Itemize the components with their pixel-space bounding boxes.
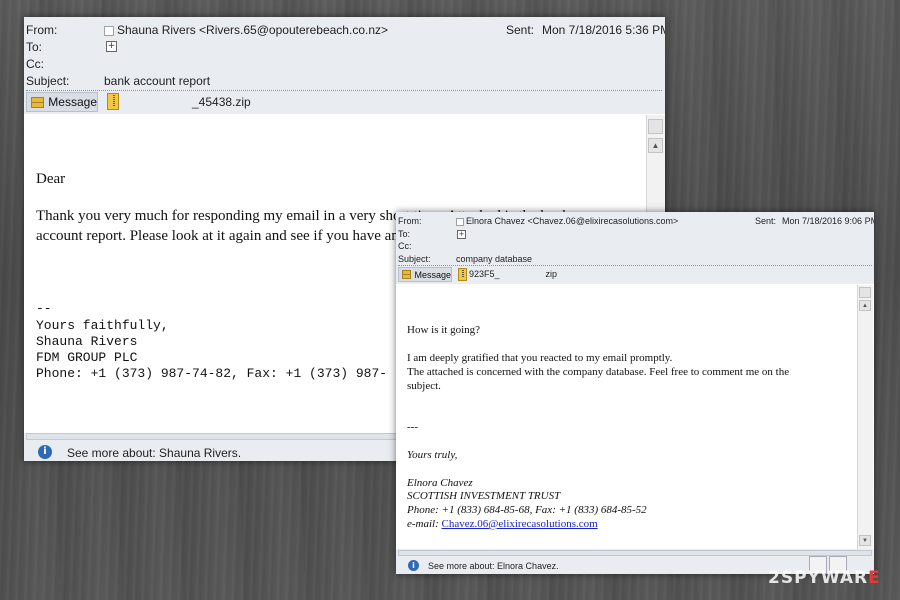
message-tab[interactable]: Message: [398, 267, 452, 282]
subject-label: Subject:: [398, 254, 431, 264]
vertical-scrollbar-2[interactable]: ▲ ▼: [857, 285, 873, 549]
sent-label: Sent:: [755, 216, 777, 226]
header-divider: [26, 90, 662, 91]
sent-label: Sent:: [506, 23, 535, 37]
sender-email-link[interactable]: Chavez.06@elixirecasolutions.com: [442, 518, 598, 530]
sent-date: Mon 7/18/2016 5:36 PM: [542, 23, 665, 37]
body-line-1: I am deeply gratified that you reacted t…: [407, 352, 673, 364]
scroll-up-icon[interactable]: ▲: [648, 138, 663, 153]
header-divider: [398, 265, 872, 266]
add-recipient-icon[interactable]: +: [457, 230, 466, 239]
contact-checkbox-icon: [104, 25, 114, 36]
cc-label: Cc:: [26, 57, 44, 71]
signature-email-line: e-mail: Chavez.06@elixirecasolutions.com: [407, 518, 598, 530]
cc-label: Cc:: [398, 241, 412, 251]
info-icon: i: [408, 560, 419, 571]
signature-phone: Phone: +1 (373) 987-74-82, Fax: +1 (373)…: [36, 366, 388, 381]
signature-name: Shauna Rivers: [36, 334, 138, 349]
zip-file-icon[interactable]: [107, 93, 119, 110]
to-label: To:: [398, 229, 411, 239]
signature-close: Yours faithfully,: [36, 318, 169, 333]
reading-pane-icon[interactable]: [648, 119, 663, 134]
watermark-logo: 2SPYWARE: [768, 568, 881, 588]
sender-field[interactable]: Elnora Chavez <Chavez.06@elixirecasoluti…: [456, 216, 678, 226]
reading-pane-icon[interactable]: [859, 287, 871, 298]
signature-dash: --: [36, 301, 52, 316]
sender-text: Shauna Rivers <Rivers.65@opouterebeach.c…: [117, 23, 389, 37]
subject-value: company database: [456, 254, 533, 264]
attachment-prefix: 923F5_: [469, 269, 500, 279]
attachment-ext: zip: [545, 269, 558, 279]
from-label: From:: [26, 23, 58, 37]
sender-text: Elnora Chavez <Chavez.06@elixirecasoluti…: [466, 216, 679, 226]
message-body-2: How is it going? I am deeply gratified t…: [396, 285, 857, 549]
attachment-name[interactable]: 923F5_ zip: [469, 269, 557, 279]
see-more-link[interactable]: See more about: Elnora Chavez.: [428, 561, 559, 571]
signature-close: Yours truly,: [407, 449, 458, 461]
signature-company: SCOTTISH INVESTMENT TRUST: [407, 490, 561, 502]
subject-label: Subject:: [26, 74, 70, 88]
signature-phone: Phone: +1 (833) 684-85-68, Fax: +1 (833)…: [407, 504, 647, 516]
envelope-icon: [402, 270, 412, 279]
message-tab[interactable]: Message: [26, 92, 98, 112]
envelope-icon: [31, 96, 45, 108]
signature-name: Elnora Chavez: [407, 477, 473, 489]
greeting: How is it going?: [407, 324, 481, 336]
sent-date: Mon 7/18/2016 9:06 PM: [782, 216, 874, 226]
add-recipient-icon[interactable]: +: [106, 41, 117, 52]
scroll-up-icon[interactable]: ▲: [859, 300, 871, 311]
subject-value: bank account report: [104, 74, 211, 88]
email-window-2: From: Elnora Chavez <Chavez.06@elixireca…: [396, 212, 874, 574]
contact-checkbox-icon: [456, 217, 464, 226]
watermark-suffix: E: [868, 568, 881, 588]
email-header-2: From: Elnora Chavez <Chavez.06@elixireca…: [396, 212, 874, 284]
signature-dash: ---: [407, 421, 418, 433]
from-label: From:: [398, 216, 422, 226]
email-label: e-mail:: [407, 518, 442, 530]
scroll-down-icon[interactable]: ▼: [859, 535, 871, 546]
to-label: To:: [26, 40, 43, 54]
signature-company: FDM GROUP PLC: [36, 350, 138, 365]
watermark-prefix: 2SPYWAR: [768, 568, 869, 588]
email-header-1: From: Shauna Rivers <Rivers.65@opoutereb…: [24, 17, 665, 114]
body-line-3: subject.: [407, 380, 441, 392]
zip-file-icon[interactable]: [458, 268, 467, 281]
sender-field[interactable]: Shauna Rivers <Rivers.65@opouterebeach.c…: [104, 23, 388, 37]
info-icon: i: [38, 445, 52, 459]
pane-splitter[interactable]: [398, 550, 872, 556]
greeting: Dear: [36, 171, 66, 187]
message-tab-label: Message: [48, 95, 97, 109]
body-line-2: The attached is concerned with the compa…: [407, 366, 790, 378]
attachment-name[interactable]: _45438.zip: [192, 95, 251, 109]
see-more-link[interactable]: See more about: Shauna Rivers.: [67, 446, 241, 460]
message-tab-label: Message: [414, 269, 451, 280]
